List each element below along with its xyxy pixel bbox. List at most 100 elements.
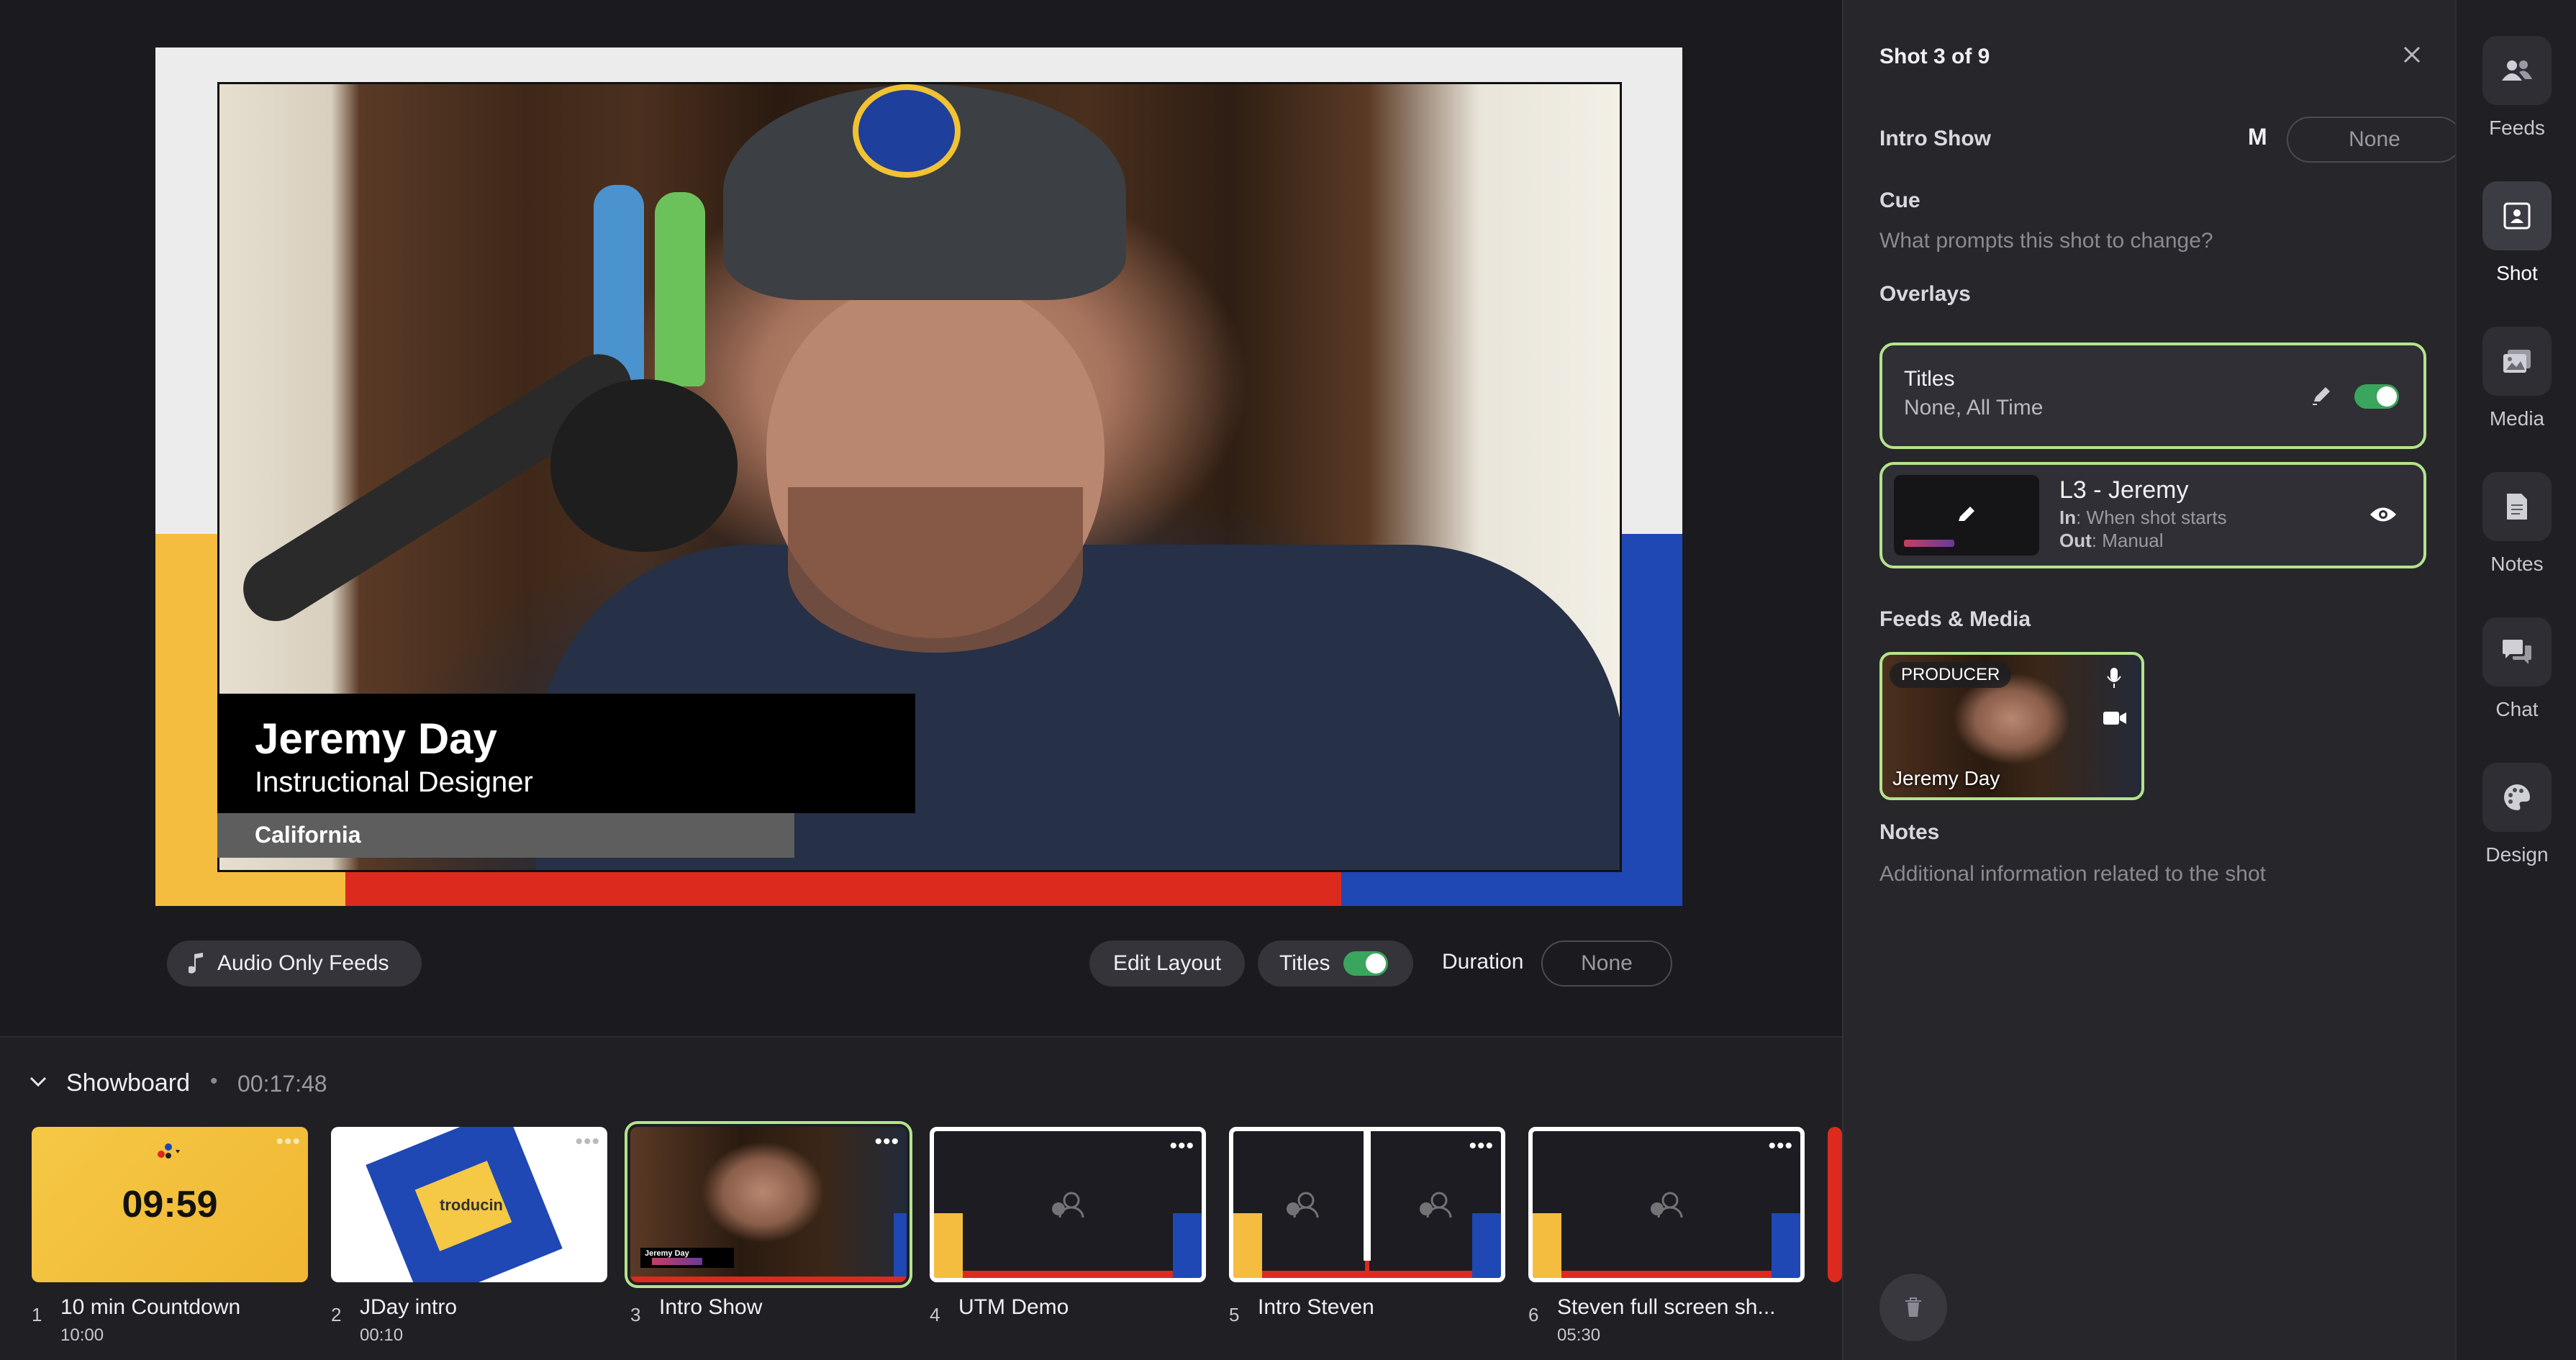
rail-item-chat[interactable]: Chat — [2457, 617, 2576, 721]
thumb-red-band — [630, 1277, 907, 1282]
right-rail: Feeds Shot Media Notes Chat Design — [2455, 0, 2576, 1360]
shot-icon — [2482, 181, 2552, 250]
overlay-card-titles[interactable]: Titles None, All Time — [1879, 343, 2426, 449]
titles-toggle[interactable] — [1343, 951, 1388, 976]
feed-name: Jeremy Day — [1892, 767, 2000, 789]
camera-person-beard — [788, 487, 1083, 653]
shot-duration: 10:00 — [60, 1325, 104, 1345]
shot-label: Intro Show — [659, 1295, 763, 1319]
shot-more-icon[interactable]: ••• — [276, 1130, 301, 1154]
video-camera-icon[interactable] — [2103, 710, 2127, 727]
add-feed-placeholder-icon — [1420, 1192, 1452, 1218]
shot-number: 3 — [630, 1304, 641, 1325]
jday-intro-text: troducin — [440, 1196, 503, 1214]
shot-more-icon[interactable]: ••• — [1169, 1134, 1194, 1159]
audio-only-feeds-button[interactable]: Audio Only Feeds — [167, 940, 422, 987]
overlay-thumb-bar — [1904, 540, 1954, 547]
shot-label: UTM Demo — [958, 1295, 1069, 1319]
notes-heading: Notes — [1879, 820, 1940, 844]
shot-card[interactable]: ••• 6 Steven full screen sh... 05:30 — [1528, 1127, 1805, 1345]
shot-thumbnail[interactable]: ••• — [1229, 1127, 1505, 1282]
overlay-out-rule: Out: Manual — [2059, 530, 2164, 551]
shot-card[interactable]: 09:59 ••• 1 10 min Countdown 10:00 — [32, 1127, 308, 1345]
stage-canvas[interactable]: Jeremy Day Instructional Designer Califo… — [155, 47, 1682, 906]
thumb-lower-third-bar — [652, 1258, 702, 1265]
background-bottom-blue — [1341, 871, 1682, 906]
add-feed-placeholder-icon — [1052, 1192, 1084, 1218]
eye-icon[interactable] — [2369, 504, 2398, 525]
rail-item-notes[interactable]: Notes — [2457, 472, 2576, 576]
rail-label: Feeds — [2489, 117, 2545, 139]
lower-third-banner: Jeremy Day Instructional Designer — [217, 694, 915, 813]
close-icon[interactable] — [2398, 40, 2426, 69]
shot-more-icon[interactable]: ••• — [874, 1130, 899, 1154]
countdown-text: 09:59 — [122, 1184, 218, 1225]
shot-thumbnail[interactable]: troducin ••• — [331, 1127, 607, 1282]
thumb-blue-band — [1173, 1213, 1202, 1278]
duration-input[interactable]: None — [1541, 940, 1672, 987]
audio-only-feeds-label: Audio Only Feeds — [217, 951, 389, 975]
shot-more-icon[interactable]: ••• — [1768, 1134, 1793, 1159]
add-feed-placeholder-icon — [1651, 1192, 1683, 1218]
lower-third-title: Instructional Designer — [255, 766, 533, 798]
lower-third-location: California — [217, 813, 794, 858]
delete-shot-button[interactable] — [1879, 1274, 1947, 1341]
showboard: Showboard • 00:17:48 09:59 ••• 1 10 min … — [0, 1036, 1842, 1360]
hotkey-input[interactable]: None — [2287, 117, 2462, 163]
titles-toggle-pill[interactable]: Titles — [1258, 940, 1413, 987]
rail-item-design[interactable]: Design — [2457, 763, 2576, 866]
toggle-knob — [2377, 386, 2397, 407]
overlay-titles-toggle[interactable] — [2354, 384, 2399, 409]
shot-thumbnail[interactable]: ••• — [1528, 1127, 1805, 1282]
shot-card-active[interactable]: Jeremy Day ••• 3 Intro Show — [625, 1121, 912, 1325]
showboard-elapsed-time: 00:17:48 — [237, 1071, 327, 1097]
add-feed-placeholder-icon — [1287, 1192, 1319, 1218]
rail-label: Shot — [2496, 262, 2538, 284]
showboard-collapse-chevron-icon[interactable] — [29, 1069, 47, 1097]
app-window: Jeremy Day Instructional Designer Califo… — [0, 0, 2576, 1360]
overlay-card-l3[interactable]: L3 - Jeremy In: When shot starts Out: Ma… — [1879, 462, 2426, 568]
shot-name[interactable]: Intro Show — [1879, 127, 1991, 151]
rail-item-media[interactable]: Media — [2457, 327, 2576, 430]
camera-bottle-green — [655, 192, 705, 386]
thumb-split-divider-white — [1364, 1131, 1371, 1261]
document-icon — [2482, 472, 2552, 541]
duration-label: Duration — [1442, 950, 1524, 974]
trash-icon — [1905, 1297, 1921, 1317]
shot-card[interactable]: ••• 4 UTM Demo — [930, 1127, 1206, 1325]
thumb-yellow-band — [934, 1213, 963, 1278]
shot-thumbnail[interactable]: Jeremy Day ••• — [625, 1121, 912, 1288]
shot-more-icon[interactable]: ••• — [575, 1130, 600, 1154]
shot-number: 2 — [331, 1304, 342, 1325]
feed-card[interactable]: PRODUCER Jeremy Day — [1879, 652, 2144, 800]
background-bottom-red — [345, 871, 1341, 906]
camera-hat-logo — [853, 84, 961, 178]
people-icon — [2482, 36, 2552, 105]
rail-item-shot[interactable]: Shot — [2457, 181, 2576, 285]
overlay-subtitle: None, All Time — [1904, 396, 2044, 420]
shot-card[interactable]: troducin ••• 2 JDay intro 00:10 — [331, 1127, 607, 1345]
overlay-name: Titles — [1904, 367, 1955, 391]
shot-thumbnail[interactable]: ••• — [930, 1127, 1206, 1282]
image-icon — [2482, 327, 2552, 396]
pencil-icon[interactable] — [2310, 383, 2334, 407]
notes-input[interactable]: Additional information related to the sh… — [1879, 862, 2266, 887]
shot-thumbnail[interactable] — [1828, 1127, 1842, 1282]
shot-card-partial[interactable]: 7 — [1828, 1127, 1842, 1282]
shot-more-icon[interactable]: ••• — [1469, 1134, 1494, 1159]
shot-card[interactable]: ••• 5 Intro Steven — [1229, 1127, 1505, 1325]
edit-layout-button[interactable]: Edit Layout — [1089, 940, 1245, 987]
camera-microphone — [550, 379, 738, 552]
rail-label: Chat — [2495, 698, 2539, 720]
thumb-yellow-band — [1533, 1213, 1561, 1278]
rail-item-feeds[interactable]: Feeds — [2457, 36, 2576, 140]
cue-heading: Cue — [1879, 189, 1920, 212]
cue-input[interactable]: What prompts this shot to change? — [1879, 229, 2213, 253]
showboard-separator: • — [210, 1069, 218, 1093]
shot-thumbnail[interactable]: 09:59 ••• — [32, 1127, 308, 1282]
music-note-icon — [189, 953, 203, 974]
microphone-icon[interactable] — [2105, 666, 2123, 689]
titles-toggle-label: Titles — [1279, 951, 1330, 975]
overlay-thumbnail[interactable] — [1894, 475, 2039, 556]
rail-label: Media — [2489, 407, 2545, 430]
